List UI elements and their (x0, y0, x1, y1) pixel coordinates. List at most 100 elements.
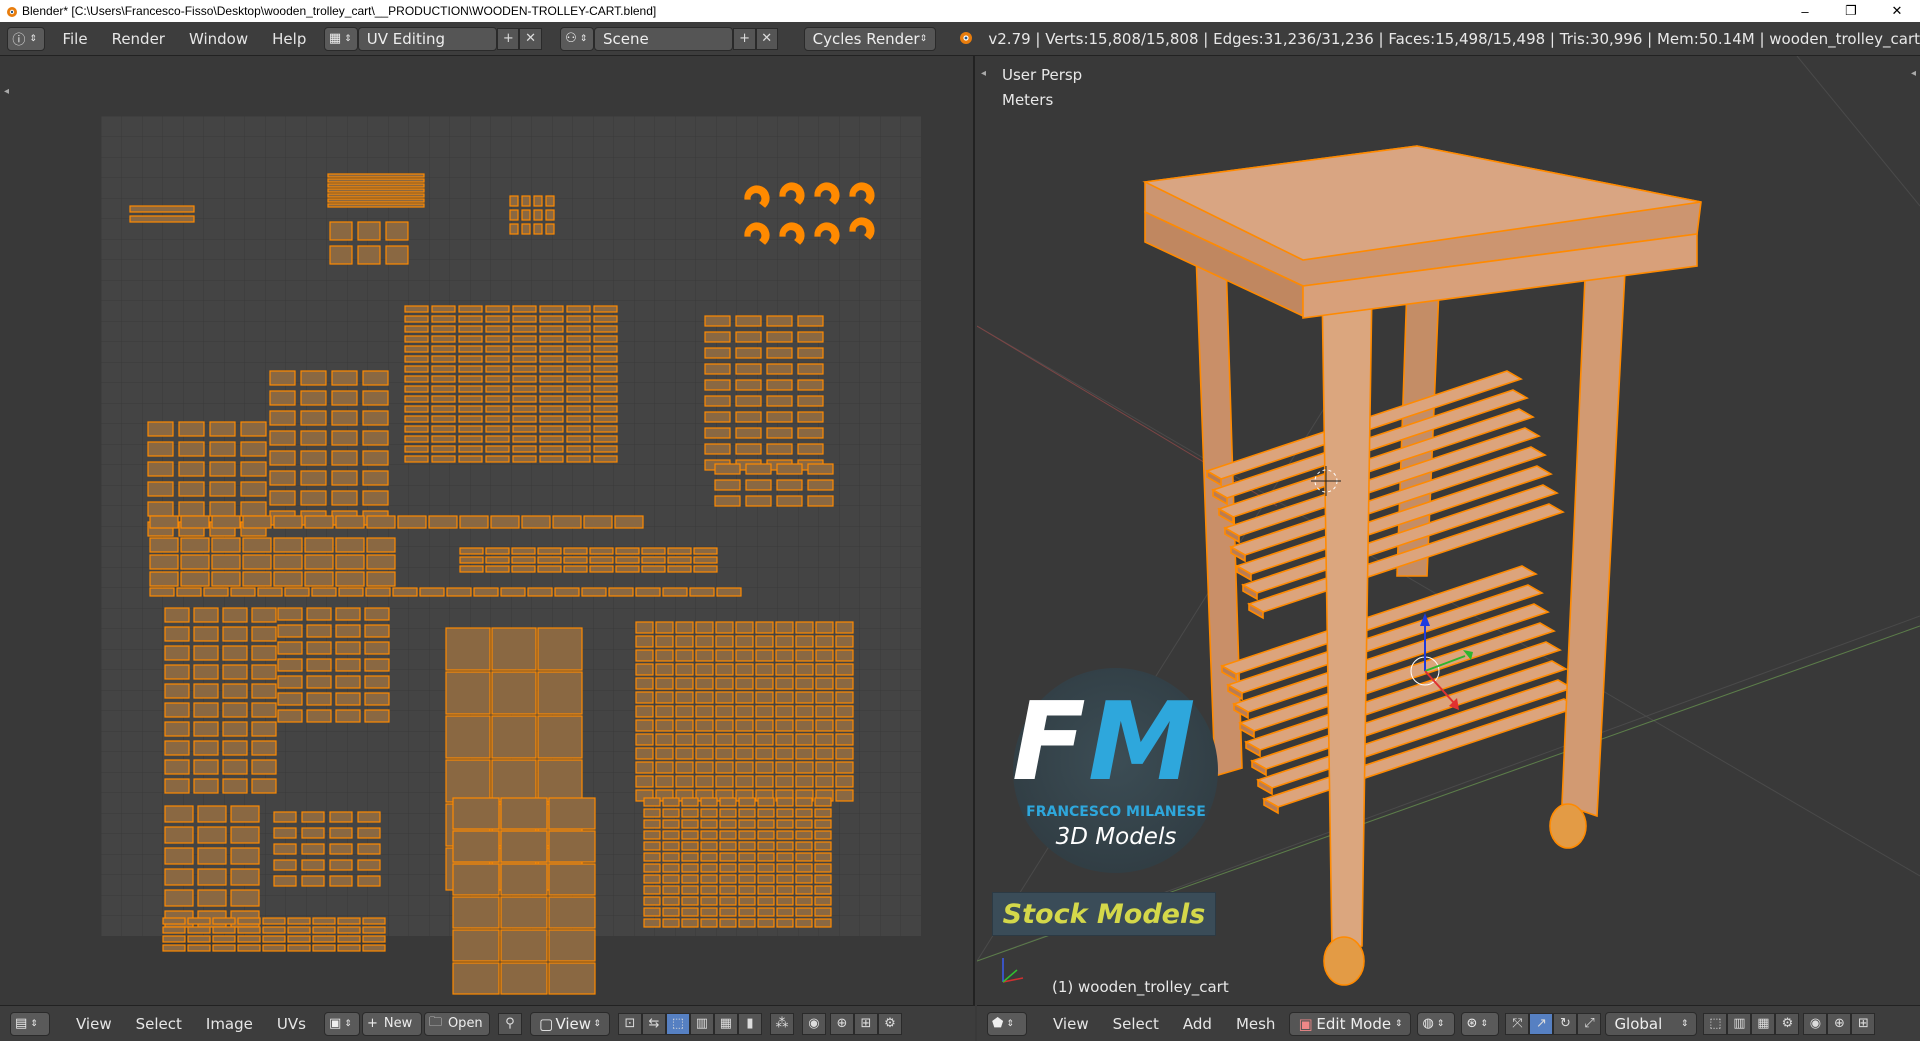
add-scene-icon[interactable]: + (733, 27, 756, 50)
interaction-mode-select[interactable]: ▣ Edit Mode ⇕ (1289, 1011, 1412, 1036)
limit-selection-icon[interactable]: ⚙ (1775, 1012, 1800, 1035)
uv-island (251, 664, 277, 680)
add-layout-icon[interactable]: + (497, 27, 520, 50)
uv-island (404, 375, 429, 383)
menu-render[interactable]: Render (100, 30, 177, 48)
uv-editor-type-button[interactable]: ▤ ⇕ (10, 1011, 50, 1036)
v3d-menu-view[interactable]: View (1041, 1015, 1101, 1033)
uv-island (757, 863, 775, 873)
face-select-icon[interactable]: ▦ (1751, 1012, 1776, 1035)
pin-icon[interactable]: ⚲ (497, 1012, 522, 1035)
proportional-edit-icon[interactable]: ◉ (1803, 1012, 1828, 1035)
uv-island (485, 385, 510, 393)
uv-island (537, 565, 562, 573)
uv-island (364, 624, 390, 638)
manipulator-toggle-icon[interactable]: ⤧ (1505, 1012, 1530, 1035)
snap-icon[interactable]: ⊕ (1827, 1012, 1852, 1035)
edge-select-icon[interactable]: ▥ (689, 1012, 714, 1035)
uv-island (537, 547, 562, 555)
uv-island (193, 645, 219, 661)
uv-island (306, 658, 332, 672)
uv-island (404, 445, 429, 453)
uv-island (675, 649, 694, 662)
face-select-icon[interactable]: ▦ (713, 1012, 738, 1035)
sticky-mode-icon[interactable]: ⁂ (769, 1012, 794, 1035)
view-mode-icon: ▢ (538, 1014, 554, 1033)
island-select-icon[interactable]: ▮ (737, 1012, 762, 1035)
uv-canvas[interactable] (0, 56, 975, 1005)
uv-island (164, 702, 190, 718)
editor-type-button[interactable]: ⓘ ⇕ (7, 26, 45, 51)
uv-island (357, 875, 381, 887)
uv-island (331, 450, 358, 466)
uv-island (212, 944, 236, 952)
edge-select-icon[interactable]: ▥ (1727, 1012, 1752, 1035)
uv-island (797, 395, 824, 407)
3d-editor-type-button[interactable]: ⬟ ⇕ (987, 1011, 1027, 1036)
uv-menu-uvs[interactable]: UVs (265, 1015, 318, 1033)
updown-icon: ⇕ (344, 1018, 352, 1029)
uv-menu-view[interactable]: View (64, 1015, 124, 1033)
uv-island (147, 481, 174, 497)
maximize-button[interactable]: ❐ (1828, 0, 1874, 22)
close-button[interactable]: ✕ (1874, 0, 1920, 22)
uv-menu-image[interactable]: Image (194, 1015, 265, 1033)
uv-island (404, 395, 429, 403)
menu-file[interactable]: File (50, 30, 99, 48)
open-image-button[interactable]: 🗀 Open (423, 1011, 490, 1036)
translate-manipulator-icon[interactable]: ↗ (1529, 1012, 1554, 1035)
viewport-shading-button[interactable]: ◍ ⇕ (1417, 1011, 1456, 1036)
v3d-menu-add[interactable]: Add (1171, 1015, 1224, 1033)
uv-island (814, 841, 832, 851)
scene-field[interactable]: Scene (593, 26, 734, 51)
uv-island (329, 221, 353, 241)
uv-island (719, 907, 737, 917)
uv-island (491, 627, 537, 671)
uv-image-editor[interactable]: ◂ (0, 56, 975, 1005)
menu-help[interactable]: Help (260, 30, 318, 48)
uv-view-mode-select[interactable]: ▢ View ⇕ (529, 1011, 610, 1036)
uv-island (193, 683, 219, 699)
remove-layout-icon[interactable]: ✕ (519, 27, 542, 50)
pivot-point-button[interactable]: ⊛ ⇕ (1461, 1011, 1500, 1036)
layout-field[interactable]: UV Editing (357, 26, 498, 51)
snap-element-icon[interactable]: ⊞ (1851, 1012, 1876, 1035)
uv-island (614, 515, 644, 529)
menu-window[interactable]: Window (177, 30, 260, 48)
uv-menu-select[interactable]: Select (124, 1015, 194, 1033)
v3d-menu-mesh[interactable]: Mesh (1224, 1015, 1288, 1033)
image-browse-button[interactable]: ▣ ⇕ (323, 1011, 360, 1036)
layout-type-button[interactable]: ▦ ⇕ (323, 26, 358, 51)
v3d-menu-select[interactable]: Select (1101, 1015, 1171, 1033)
uv-island (655, 761, 674, 774)
rotate-manipulator-icon[interactable]: ↻ (1553, 1012, 1578, 1035)
transform-orientation-select[interactable]: Global ⇕ (1605, 1011, 1698, 1036)
uv-island (187, 926, 211, 934)
uv-island (240, 461, 267, 477)
minimize-button[interactable]: – (1782, 0, 1828, 22)
vertex-select-icon[interactable]: ⬚ (665, 1012, 690, 1035)
remove-scene-icon[interactable]: ✕ (755, 27, 778, 50)
updown-icon: ⇕ (579, 33, 588, 44)
snap-element-icon[interactable]: ⊞ (853, 1012, 878, 1035)
proportional-edit-icon[interactable]: ◉ (801, 1012, 826, 1035)
pivot-icon[interactable]: ⊡ (617, 1012, 642, 1035)
uv-island (581, 587, 607, 597)
scale-manipulator-icon[interactable]: ⤢ (1577, 1012, 1602, 1035)
snap-icon[interactable]: ⊕ (829, 1012, 854, 1035)
uv-island (566, 425, 591, 433)
uv-island (262, 944, 286, 952)
scene-type-button[interactable]: ⚇ ⇕ (560, 26, 594, 51)
updown-icon: ⇕ (344, 33, 352, 44)
uv-island (566, 455, 591, 463)
uv-island (273, 859, 297, 871)
sync-selection-icon[interactable]: ⇆ (641, 1012, 666, 1035)
new-image-button[interactable]: + New (361, 1011, 422, 1036)
vertex-select-icon[interactable]: ⬚ (1703, 1012, 1728, 1035)
render-slot-icon[interactable]: ⚙ (877, 1012, 902, 1035)
uv-island (164, 607, 190, 623)
uv-island (364, 607, 390, 621)
uv-island (335, 607, 361, 621)
render-engine-select[interactable]: Cycles Render ⇕ (803, 26, 937, 51)
trolley-mesh[interactable] (1142, 145, 1702, 986)
